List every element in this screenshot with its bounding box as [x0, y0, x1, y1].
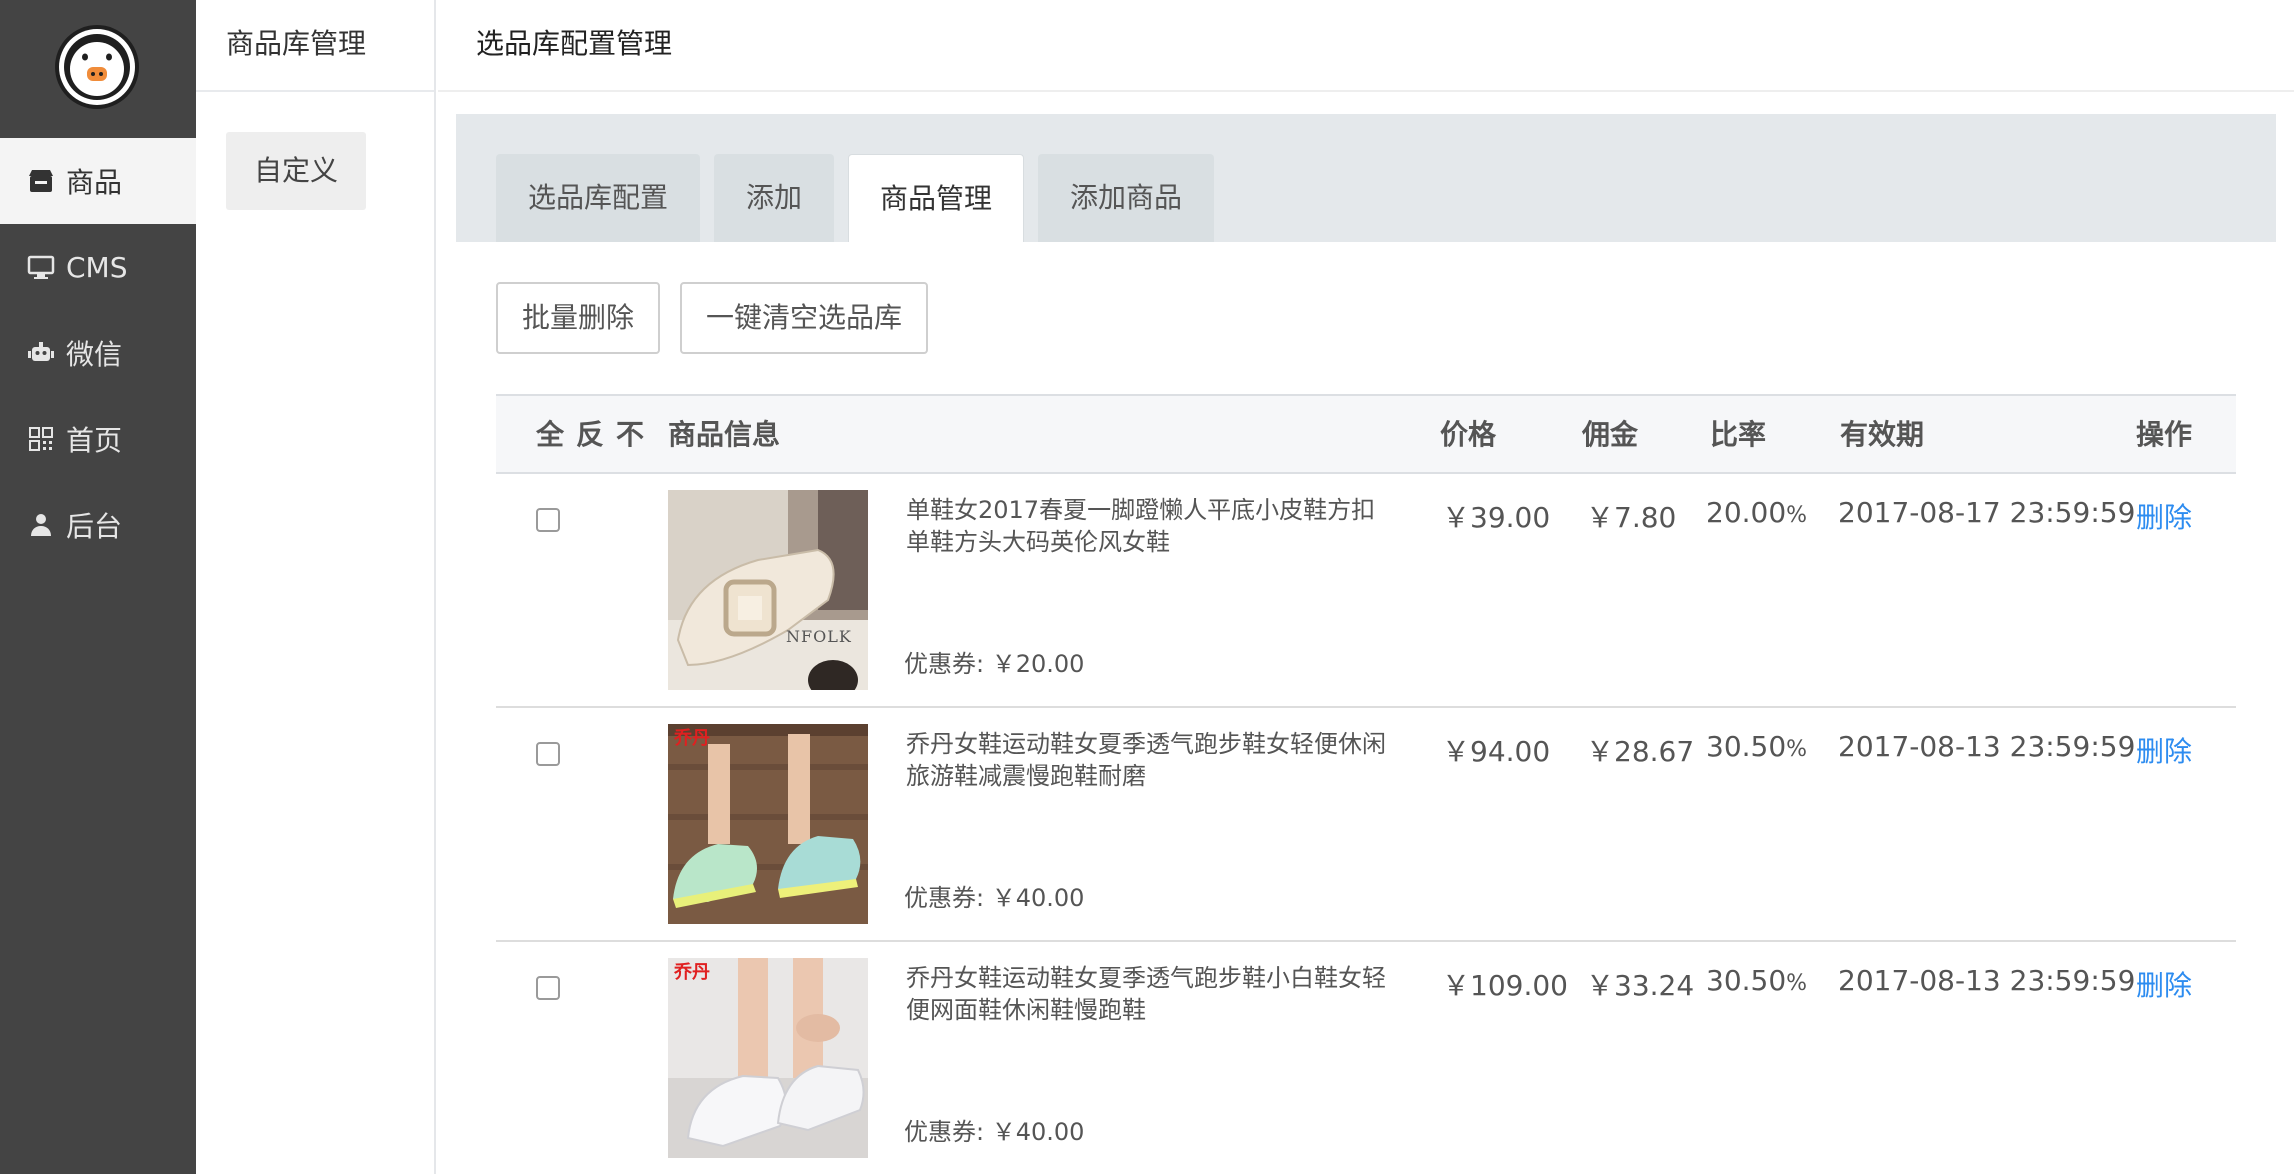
price-value: ￥39.00 — [1442, 501, 1551, 534]
table-row: NFOLK 单鞋女2017春夏一脚蹬懒人平底小皮鞋方扣单鞋方头大码英伦风女鞋 优… — [496, 474, 2236, 708]
row-checkbox[interactable] — [536, 508, 560, 532]
clear-all-button[interactable]: 一键清空选品库 — [680, 282, 929, 354]
table-header: 全 反 不 商品信息 价格 佣金 比率 有效期 操作 — [496, 394, 2236, 474]
rate-value: 20.00% — [1706, 496, 1807, 529]
delete-link[interactable]: 删除 — [2136, 964, 2192, 1004]
sidebar-item-cms[interactable]: CMS — [0, 224, 196, 310]
tab-add[interactable]: 添加 — [714, 154, 834, 242]
rate-number: 30.50 — [1706, 964, 1787, 997]
tab-add-goods[interactable]: 添加商品 — [1038, 154, 1214, 242]
header-price: 价格 — [1440, 418, 1497, 451]
user-icon — [26, 510, 56, 540]
sidebar-item-label: 微信 — [66, 338, 123, 371]
expiry-value: 2017-08-17 23:59:59 — [1838, 496, 2136, 529]
rate-unit: % — [1786, 737, 1808, 762]
price-value: ￥109.00 — [1442, 969, 1568, 1002]
commission-value: ￥28.67 — [1586, 735, 1695, 768]
sidebar-item-wechat[interactable]: 微信 — [0, 310, 196, 396]
tab-bar: 选品库配置 添加 商品管理 添加商品 — [456, 114, 2276, 242]
coupon-text: 优惠券: ￥40.00 — [904, 884, 1085, 912]
header-action: 操作 — [2136, 418, 2193, 451]
action-bar: 批量删除 一键清空选品库 — [496, 282, 929, 354]
select-links: 全 反 不 — [536, 396, 644, 474]
page-title: 选品库配置管理 — [438, 0, 2294, 92]
delete-link[interactable]: 删除 — [2136, 496, 2192, 536]
qrcode-icon — [26, 424, 56, 454]
select-all-link[interactable]: 全 — [536, 396, 564, 474]
row-checkbox[interactable] — [536, 976, 560, 1000]
table-row: 乔丹 乔丹女鞋运动鞋女夏季透气跑步鞋女轻便休闲旅游鞋减震慢跑鞋耐磨 优惠券: ￥… — [496, 708, 2236, 942]
goods-table: 全 反 不 商品信息 价格 佣金 比率 有效期 操作 NFOLK 单鞋女2017… — [496, 394, 2236, 1174]
header-expiry: 有效期 — [1840, 418, 1925, 451]
product-title[interactable]: 单鞋女2017春夏一脚蹬懒人平底小皮鞋方扣单鞋方头大码英伦风女鞋 — [906, 494, 1396, 558]
sidebar-item-label: 商品 — [66, 166, 123, 199]
image-text: 乔丹 — [673, 962, 710, 983]
coupon-text: 优惠券: ￥20.00 — [904, 650, 1085, 678]
sidebar-item-goods[interactable]: 商品 — [0, 138, 196, 224]
rate-number: 20.00 — [1706, 496, 1787, 529]
product-image: 乔丹 — [668, 724, 868, 924]
header-goods-info: 商品信息 — [668, 418, 781, 451]
select-invert-link[interactable]: 反 — [576, 396, 604, 474]
submenu-item-custom[interactable]: 自定义 — [226, 132, 366, 210]
tab-selection-config[interactable]: 选品库配置 — [496, 154, 700, 242]
header-rate: 比率 — [1710, 418, 1767, 451]
sidebar-item-label: CMS — [66, 250, 128, 284]
expiry-value: 2017-08-13 23:59:59 — [1838, 730, 2136, 763]
content-panel: 选品库配置 添加 商品管理 添加商品 批量删除 一键清空选品库 全 反 不 商品… — [456, 114, 2276, 1174]
product-image: 乔丹 — [668, 958, 868, 1158]
secondary-menu: 商品库管理 自定义 — [196, 0, 436, 1174]
robot-icon — [26, 338, 56, 368]
product-title[interactable]: 乔丹女鞋运动鞋女夏季透气跑步鞋女轻便休闲旅游鞋减震慢跑鞋耐磨 — [906, 728, 1396, 792]
sidebar-item-admin[interactable]: 后台 — [0, 482, 196, 568]
rate-number: 30.50 — [1706, 730, 1787, 763]
rate-unit: % — [1786, 503, 1808, 528]
submenu-title: 商品库管理 — [196, 0, 434, 92]
product-image: NFOLK — [668, 490, 868, 690]
header-commission: 佣金 — [1582, 418, 1639, 451]
image-text: NFOLK — [786, 627, 852, 646]
app-root: 商品 CMS 微信 首页 后台 商品库管理 自定义 选品库配置管理 选品库配置 … — [0, 0, 2294, 1174]
product-title[interactable]: 乔丹女鞋运动鞋女夏季透气跑步鞋小白鞋女轻便网面鞋休闲鞋慢跑鞋 — [906, 962, 1396, 1026]
sidebar-item-label: 后台 — [66, 510, 123, 543]
batch-delete-button[interactable]: 批量删除 — [496, 282, 661, 354]
coupon-text: 优惠券: ￥40.00 — [904, 1118, 1085, 1146]
tab-goods-management[interactable]: 商品管理 — [848, 154, 1024, 242]
delete-link[interactable]: 删除 — [2136, 730, 2192, 770]
select-none-link[interactable]: 不 — [616, 396, 644, 474]
commission-value: ￥33.24 — [1586, 969, 1695, 1002]
rate-value: 30.50% — [1706, 730, 1807, 763]
sidebar-item-home[interactable]: 首页 — [0, 396, 196, 482]
main-sidebar: 商品 CMS 微信 首页 后台 — [0, 0, 196, 1174]
expiry-value: 2017-08-13 23:59:59 — [1838, 964, 2136, 997]
sidebar-item-label: 首页 — [66, 424, 123, 457]
image-text: 乔丹 — [673, 728, 710, 749]
row-checkbox[interactable] — [536, 742, 560, 766]
table-row: 乔丹 乔丹女鞋运动鞋女夏季透气跑步鞋小白鞋女轻便网面鞋休闲鞋慢跑鞋 优惠券: ￥… — [496, 942, 2236, 1174]
commission-value: ￥7.80 — [1586, 501, 1677, 534]
rate-value: 30.50% — [1706, 964, 1807, 997]
store-icon — [26, 166, 56, 196]
price-value: ￥94.00 — [1442, 735, 1551, 768]
monitor-icon — [26, 252, 56, 282]
pig-logo-icon[interactable] — [55, 25, 139, 109]
main-content: 选品库配置管理 选品库配置 添加 商品管理 添加商品 批量删除 一键清空选品库 … — [438, 0, 2294, 1174]
rate-unit: % — [1786, 971, 1808, 996]
